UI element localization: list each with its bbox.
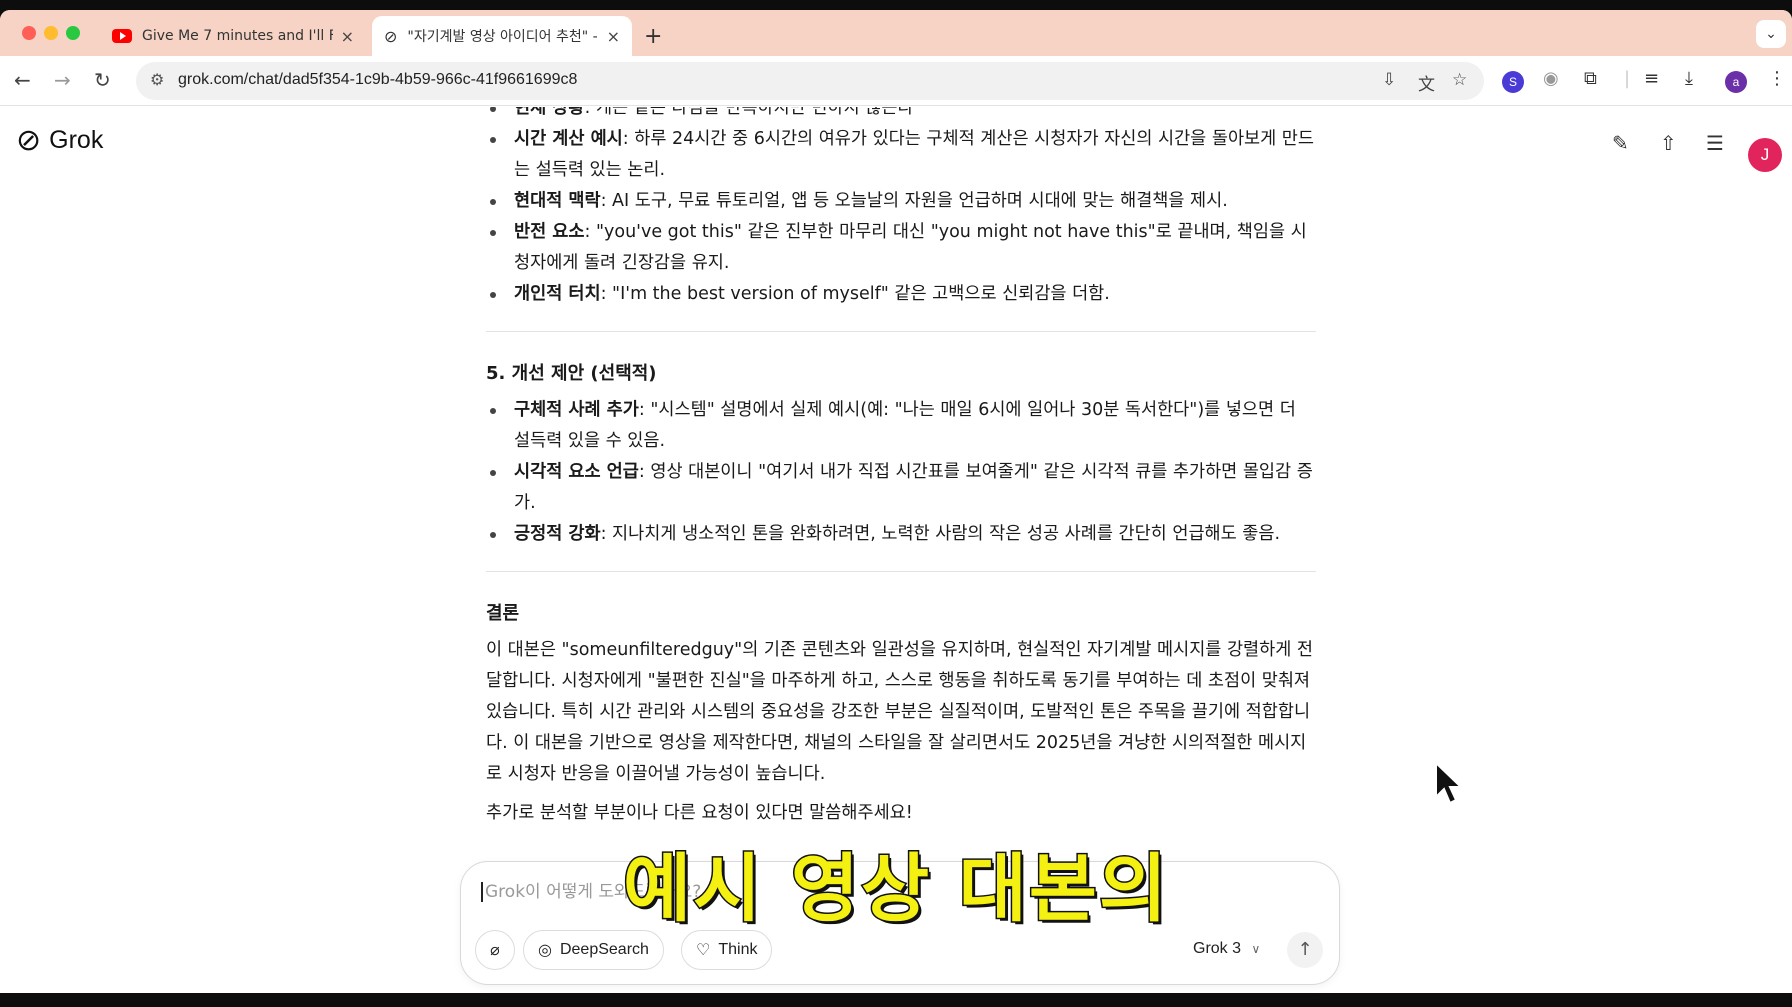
extension-s-icon[interactable]: S [1502, 71, 1524, 93]
chevron-down-icon: ∨ [1251, 942, 1261, 956]
mouse-pointer-icon [1435, 761, 1464, 805]
youtube-icon [112, 29, 132, 43]
item-text: : 게는 같은 다짐을 반복하지만 변하지 않는다 [584, 107, 914, 118]
list-item: 긍정적 강화: 지나치게 냉소적인 톤을 완화하려면, 노력한 사람의 작은 성… [486, 519, 1316, 550]
item-label: 반전 요소 [514, 222, 585, 242]
deepsearch-icon: ◎ [538, 942, 552, 959]
tab-close-button[interactable]: × [607, 27, 620, 46]
grok-logo-text: Grok [49, 126, 104, 154]
item-text: : 지나치게 냉소적인 톤을 완화하려면, 노력한 사람의 작은 성공 사례를 … [600, 524, 1281, 544]
grok-page: ⊘ Grok ✎ ⇧ ☰ J 현재 상황: 게는 같은 다짐을 반복하지만 변하… [0, 107, 1792, 993]
item-label: 구체적 사례 추가 [514, 400, 639, 420]
history-search-icon[interactable]: ☰ [1706, 131, 1724, 155]
section-title: 5. 개선 제안 (선택적) [486, 363, 657, 384]
grok-favicon-icon: ⊘ [384, 26, 398, 46]
send-button[interactable]: ↑ [1287, 932, 1323, 968]
tab-strip: Give Me 7 minutes and I'll For × ⊘ "자기계발… [0, 10, 1792, 56]
media-control-icon[interactable]: ≡ [1644, 68, 1659, 89]
divider [486, 571, 1316, 572]
tab-grok-chat[interactable]: ⊘ "자기계발 영상 아이디어 추천" - G × [372, 16, 632, 56]
item-text: : "you've got this" 같은 진부한 마무리 대신 "you m… [514, 222, 1307, 273]
reload-icon[interactable]: ↻ [94, 68, 111, 92]
toolbar-divider: | [1624, 68, 1631, 89]
extensions-puzzle-icon[interactable]: ⧉ [1584, 68, 1597, 89]
arrow-up-icon: ↑ [1297, 939, 1313, 960]
share-upload-icon[interactable]: ⇧ [1660, 131, 1677, 155]
item-text: : AI 도구, 무료 튜토리얼, 앱 등 오늘날의 자원을 언급하며 시대에 … [600, 191, 1228, 211]
model-label: Grok 3 [1193, 940, 1242, 957]
list-item: 반전 요소: "you've got this" 같은 진부한 마무리 대신 "… [486, 217, 1316, 279]
url-text[interactable]: grok.com/chat/dad5f354-1c9b-4b59-966c-41… [178, 71, 577, 89]
grok-logo[interactable]: ⊘ Grok [16, 123, 103, 158]
browser-menu-icon[interactable]: ⋮ [1768, 68, 1786, 89]
attach-button[interactable]: ⌀ [475, 930, 515, 970]
profile-avatar[interactable]: a [1725, 71, 1747, 93]
video-subtitle: 예시 영상 대본의 [621, 845, 1170, 934]
tab-title: "자기계발 영상 아이디어 추천" - G [407, 29, 599, 45]
site-info-icon[interactable]: ⚙ [150, 70, 164, 89]
conclusion-title: 결론 [486, 603, 520, 624]
list-item: 시각적 요소 언급: 영상 대본이니 "여기서 내가 직접 시간표를 보여줄게"… [486, 457, 1316, 519]
list-item: 구체적 사례 추가: "시스템" 설명에서 실제 예시(예: "나는 매일 6시… [486, 395, 1316, 457]
tab-title: Give Me 7 minutes and I'll For [142, 28, 333, 44]
think-label: Think [718, 941, 758, 958]
item-label: 현대적 맥락 [514, 191, 601, 211]
zoom-window-button[interactable] [66, 26, 80, 40]
list-item: 현대적 맥락: AI 도구, 무료 튜토리얼, 앱 등 오늘날의 자원을 언급하… [486, 186, 1316, 217]
close-window-button[interactable] [22, 26, 36, 40]
screen-edge [0, 993, 1792, 1007]
install-app-icon[interactable]: ⇩ [1382, 70, 1396, 90]
lightbulb-icon: ♡ [696, 942, 711, 959]
model-selector[interactable]: Grok 3 ∨ [1193, 940, 1260, 958]
divider [486, 331, 1316, 332]
new-chat-edit-icon[interactable]: ✎ [1612, 131, 1629, 155]
deepsearch-label: DeepSearch [559, 941, 649, 958]
list-item: 개인적 터치: "I'm the best version of myself"… [486, 279, 1316, 310]
item-label: 시각적 요소 언급 [514, 462, 639, 482]
tab-close-button[interactable]: × [341, 27, 354, 46]
list-item: 현재 상황: 게는 같은 다짐을 반복하지만 변하지 않는다 [486, 107, 1316, 124]
item-label: 개인적 터치 [514, 284, 601, 304]
analysis-list: 현재 상황: 게는 같은 다짐을 반복하지만 변하지 않는다 시간 계산 예시:… [486, 107, 1316, 310]
tab-youtube[interactable]: Give Me 7 minutes and I'll For × [100, 16, 366, 56]
new-tab-button[interactable]: + [644, 24, 662, 49]
translate-icon[interactable]: 文 [1418, 70, 1435, 95]
extension-grey-icon[interactable]: ◉ [1543, 68, 1559, 89]
tab-search-button[interactable]: ⌄ [1756, 20, 1786, 48]
grok-logo-icon: ⊘ [16, 123, 42, 158]
item-label: 시간 계산 예시 [514, 129, 623, 149]
minimize-window-button[interactable] [44, 26, 58, 40]
address-bar[interactable]: ⚙ grok.com/chat/dad5f354-1c9b-4b59-966c-… [136, 62, 1484, 100]
item-label: 긍정적 강화 [514, 524, 601, 544]
downloads-icon[interactable]: ⤓ [1685, 68, 1693, 89]
bookmark-star-icon[interactable]: ☆ [1452, 70, 1467, 90]
deepsearch-button[interactable]: ◎ DeepSearch [523, 930, 664, 970]
suggestion-list: 구체적 사례 추가: "시스템" 설명에서 실제 예시(예: "나는 매일 6시… [486, 395, 1316, 550]
user-avatar[interactable]: J [1748, 138, 1782, 172]
item-text: : "I'm the best version of myself" 같은 고백… [600, 284, 1110, 304]
back-arrow-icon[interactable]: ← [14, 68, 31, 92]
chat-message: 현재 상황: 게는 같은 다짐을 반복하지만 변하지 않는다 시간 계산 예시:… [486, 107, 1316, 837]
paperclip-icon: ⌀ [490, 942, 500, 959]
list-item: 시간 계산 예시: 하루 24시간 중 6시간의 여유가 있다는 구체적 계산은… [486, 124, 1316, 186]
think-button[interactable]: ♡ Think [681, 930, 773, 970]
conclusion-paragraph: 이 대본은 "someunfilteredguy"의 기존 콘텐츠와 일관성을 … [486, 640, 1314, 784]
item-label: 현재 상황 [514, 107, 585, 118]
item-text: : 하루 24시간 중 6시간의 여유가 있다는 구체적 계산은 시청자가 자신… [514, 129, 1315, 180]
forward-arrow-icon[interactable]: → [54, 68, 71, 92]
closing-line: 추가로 분석할 부분이나 다른 요청이 있다면 말씀해주세요! [486, 803, 913, 823]
browser-window: Give Me 7 minutes and I'll For × ⊘ "자기계발… [0, 10, 1792, 993]
